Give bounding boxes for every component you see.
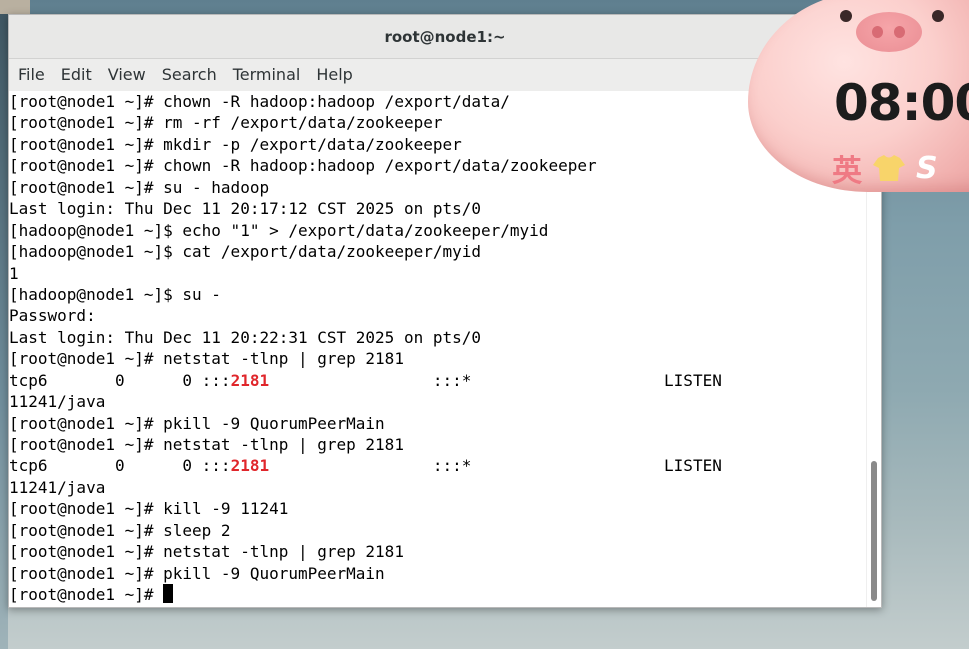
terminal-line: [root@node1 ~]# sleep 2 <box>9 520 867 541</box>
terminal-text: :::* LISTEN <box>269 456 722 476</box>
terminal-text: Last login: Thu Dec 11 20:22:31 CST 2025… <box>9 327 482 347</box>
terminal-line: [root@node1 ~]# su - hadoop <box>9 177 867 198</box>
terminal-line: [hadoop@node1 ~]$ cat /export/data/zooke… <box>9 241 867 262</box>
menu-terminal[interactable]: Terminal <box>225 59 309 91</box>
terminal-line: 1 <box>9 263 867 284</box>
terminal-line: [root@node1 ~]# chown -R hadoop:hadoop /… <box>9 155 867 176</box>
terminal-text: tcp6 0 0 ::: <box>9 456 231 476</box>
pig-right-eye <box>932 10 944 22</box>
terminal-text: [root@node1 ~]# kill -9 11241 <box>9 499 289 519</box>
clock-widget[interactable]: 08:00 英 S <box>748 0 969 192</box>
desktop-icon-fragment <box>0 0 30 14</box>
terminal-text: [root@node1 ~]# pkill -9 QuorumPeerMain <box>9 413 385 433</box>
terminal-line: 11241/java <box>9 477 867 498</box>
ime-language-indicator[interactable]: 英 <box>832 146 862 190</box>
terminal-line: [root@node1 ~]# netstat -tlnp | grep 218… <box>9 434 867 455</box>
menu-search[interactable]: Search <box>154 59 225 91</box>
terminal-line: [root@node1 ~]# kill -9 11241 <box>9 498 867 519</box>
terminal-text: [root@node1 ~]# netstat -tlnp | grep 218… <box>9 435 404 454</box>
desktop-background <box>0 0 8 649</box>
terminal-text: [root@node1 ~]# rm -rf /export/data/zook… <box>9 113 443 133</box>
terminal-line: [root@node1 ~]# netstat -tlnp | grep 218… <box>9 348 867 369</box>
menu-help[interactable]: Help <box>308 59 360 91</box>
terminal-line: 11241/java <box>9 391 867 412</box>
terminal-text: [root@node1 ~]# chown -R hadoop:hadoop /… <box>9 92 510 111</box>
menu-view[interactable]: View <box>100 59 154 91</box>
terminal-text: 11241/java <box>9 392 106 412</box>
terminal-text: [root@node1 ~]# sleep 2 <box>9 520 231 540</box>
terminal-line: Last login: Thu Dec 11 20:17:12 CST 2025… <box>9 198 867 219</box>
terminal-text: Password: <box>9 306 96 326</box>
terminal-text: :::* LISTEN <box>269 370 722 390</box>
nostril-right <box>894 26 905 38</box>
terminal-line: [root@node1 ~]# mkdir -p /export/data/zo… <box>9 134 867 155</box>
highlighted-port: 2181 <box>230 456 270 476</box>
terminal-text: Last login: Thu Dec 11 20:17:12 CST 2025… <box>9 199 482 219</box>
highlighted-port: 2181 <box>230 370 270 390</box>
shirt-icon[interactable] <box>872 154 906 182</box>
terminal-line: [hadoop@node1 ~]$ echo "1" > /export/dat… <box>9 220 867 241</box>
terminal-line: [hadoop@node1 ~]$ su - <box>9 284 867 305</box>
terminal-line: Password: <box>9 305 867 326</box>
nostril-left <box>872 26 883 38</box>
terminal-text: [root@node1 ~]# netstat -tlnp | grep 218… <box>9 349 404 369</box>
terminal-text: [root@node1 ~]# <box>9 585 164 605</box>
ime-status[interactable]: 英 S <box>832 146 938 190</box>
terminal-text: [root@node1 ~]# chown -R hadoop:hadoop /… <box>9 156 597 176</box>
terminal-cursor <box>163 584 174 604</box>
clock-time: 08:00 <box>834 74 969 132</box>
menu-file[interactable]: File <box>10 59 53 91</box>
pig-snout <box>856 12 922 52</box>
terminal-line: [root@node1 ~]# pkill -9 QuorumPeerMain <box>9 563 867 584</box>
s-icon[interactable]: S <box>916 151 938 186</box>
pig-left-eye <box>840 10 852 22</box>
terminal-text: 1 <box>9 263 19 283</box>
terminal-text: 11241/java <box>9 477 106 497</box>
terminal-output[interactable]: [root@node1 ~]# chown -R hadoop:hadoop /… <box>9 91 867 607</box>
terminal-text: tcp6 0 0 ::: <box>9 370 231 390</box>
terminal-line: [root@node1 ~]# pkill -9 QuorumPeerMain <box>9 413 867 434</box>
terminal-line: [root@node1 ~]# chown -R hadoop:hadoop /… <box>9 91 867 112</box>
terminal-text: [hadoop@node1 ~]$ su - <box>9 284 221 304</box>
menu-edit[interactable]: Edit <box>53 59 100 91</box>
terminal-line: [root@node1 ~]# rm -rf /export/data/zook… <box>9 112 867 133</box>
terminal-text: [hadoop@node1 ~]$ cat /export/data/zooke… <box>9 242 482 262</box>
scrollbar-thumb[interactable] <box>871 461 877 601</box>
terminal-line: [root@node1 ~]# <box>9 584 867 605</box>
terminal-line: Last login: Thu Dec 11 20:22:31 CST 2025… <box>9 327 867 348</box>
terminal-text: [root@node1 ~]# netstat -tlnp | grep 218… <box>9 542 404 562</box>
terminal-text: [hadoop@node1 ~]$ echo "1" > /export/dat… <box>9 220 549 240</box>
terminal-line: tcp6 0 0 :::2181 :::* LISTEN <box>9 455 867 476</box>
terminal-text: [root@node1 ~]# pkill -9 QuorumPeerMain <box>9 563 385 583</box>
terminal-text: [root@node1 ~]# mkdir -p /export/data/zo… <box>9 134 462 154</box>
terminal-line: [root@node1 ~]# netstat -tlnp | grep 218… <box>9 541 867 562</box>
window-title: root@node1:~ <box>384 27 506 46</box>
terminal-line: tcp6 0 0 :::2181 :::* LISTEN <box>9 370 867 391</box>
terminal-text: [root@node1 ~]# su - hadoop <box>9 177 270 197</box>
